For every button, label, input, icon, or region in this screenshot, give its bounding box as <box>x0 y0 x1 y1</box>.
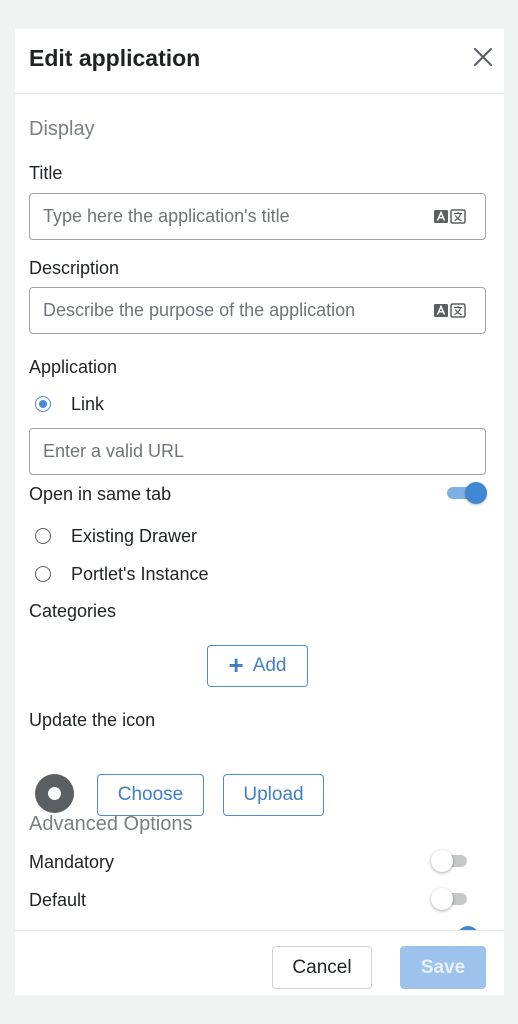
drawer-body[interactable]: Display Title Description Application <box>15 94 504 930</box>
drawer-footer: Cancel Save <box>15 930 504 995</box>
close-button[interactable] <box>470 44 496 70</box>
plus-icon: + <box>228 650 244 680</box>
radio-portlet-instance[interactable]: Portlet's Instance <box>35 562 209 586</box>
close-icon <box>474 48 492 66</box>
advanced-options-title: Advanced Options <box>29 813 193 835</box>
description-field[interactable] <box>29 287 486 334</box>
radio-link-label: Link <box>71 393 105 414</box>
title-label: Title <box>29 163 63 183</box>
drawer-header: Edit application <box>15 29 504 94</box>
title-field[interactable] <box>29 193 486 240</box>
open-same-tab-toggle[interactable] <box>443 482 487 504</box>
radio-existing-drawer-label: Existing Drawer <box>71 525 198 546</box>
categories-label: Categories <box>29 601 117 621</box>
mandatory-toggle[interactable] <box>431 850 475 872</box>
save-button[interactable]: Save <box>400 946 486 989</box>
radio-portlet-instance-label: Portlet's Instance <box>71 563 209 584</box>
radio-existing-drawer-indicator[interactable] <box>35 528 51 544</box>
translate-icon[interactable] <box>434 303 466 319</box>
mandatory-label: Mandatory <box>29 852 115 872</box>
add-category-label: Add <box>252 655 287 676</box>
toggle-knob <box>431 888 453 910</box>
display-section-title: Display <box>29 118 95 140</box>
description-input[interactable] <box>30 288 485 333</box>
radio-existing-drawer[interactable]: Existing Drawer <box>35 524 197 548</box>
application-label: Application <box>29 357 118 377</box>
choose-icon-button[interactable]: Choose <box>97 774 204 816</box>
radio-link-indicator[interactable] <box>35 396 51 412</box>
url-input[interactable] <box>30 429 485 474</box>
drawer-title: Edit application <box>29 45 201 71</box>
upload-icon-button[interactable]: Upload <box>223 774 324 816</box>
url-field[interactable] <box>29 428 486 475</box>
open-same-tab-label: Open in same tab <box>29 484 172 504</box>
upload-icon-label: Upload <box>243 784 304 805</box>
toggle-knob <box>465 482 487 504</box>
default-label: Default <box>29 890 87 910</box>
update-icon-label: Update the icon <box>29 710 156 730</box>
app-icon-preview <box>35 774 74 813</box>
radio-portlet-instance-indicator[interactable] <box>35 566 51 582</box>
translate-icon[interactable] <box>434 209 466 225</box>
description-label: Description <box>29 258 120 278</box>
title-input[interactable] <box>30 194 485 239</box>
add-category-button[interactable]: + Add <box>207 645 308 687</box>
radio-link[interactable]: Link <box>35 392 104 416</box>
edit-application-drawer: Edit application Display Title Descripti… <box>15 29 504 995</box>
choose-icon-label: Choose <box>117 784 184 805</box>
toggle-knob <box>431 850 453 872</box>
cancel-button[interactable]: Cancel <box>272 946 372 989</box>
default-toggle[interactable] <box>431 888 475 910</box>
